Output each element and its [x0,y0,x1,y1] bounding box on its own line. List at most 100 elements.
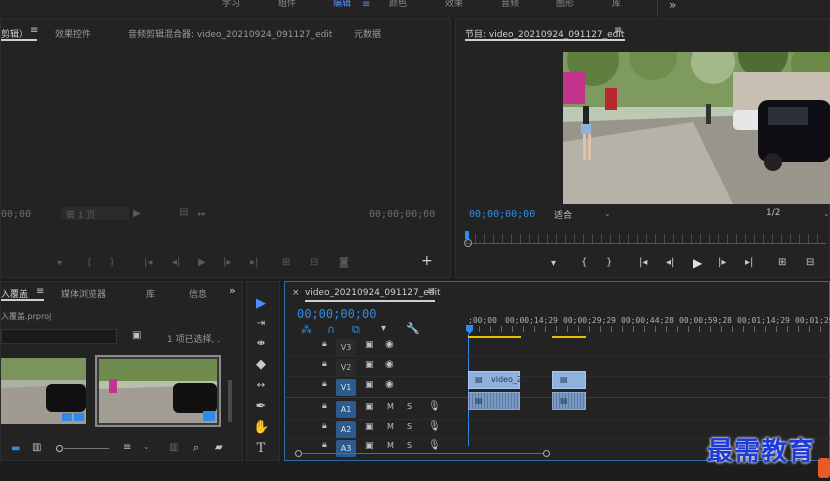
timeline-ruler[interactable]: ;00;00 00;00;14;29 00;00;29;29 00;00;44;… [468,310,830,334]
list-view-icon[interactable]: ▬ [11,443,20,454]
sync-lock-icon[interactable]: ▣ [365,380,374,390]
track-v2-label[interactable]: V2 [336,359,356,376]
play-icon[interactable]: ▶ [198,258,206,268]
program-play-icon[interactable]: ▶ [693,257,702,269]
step-forward-icon[interactable]: |▸ [223,258,231,268]
program-go-to-in-icon[interactable]: |◂ [639,258,647,268]
track-a2-label[interactable]: A2 [336,421,356,438]
page-next-icon[interactable]: ▶ [133,209,141,219]
lock-icon[interactable]: 🔒︎ [322,421,327,431]
sync-lock-icon[interactable]: ▣ [365,441,374,451]
program-menu-icon[interactable]: ≡ [614,25,622,36]
mute-button[interactable]: M [387,402,394,411]
audio-clip[interactable]: ▤ [468,392,520,410]
settings-wrench-icon[interactable]: 🔧 [406,322,420,335]
mic-icon[interactable]: 🎙︎ [428,421,441,432]
timeline-zoom-left-handle[interactable] [295,450,302,457]
new-bin-folder-icon[interactable]: ▰ [215,442,223,453]
eye-icon[interactable]: ◉ [385,379,394,390]
workspace-tab-effects[interactable]: 效果 [445,0,463,12]
program-playhead[interactable] [465,231,469,239]
track-v1-label[interactable]: V1 [336,379,356,396]
automate-icon[interactable]: ▥ [169,442,178,453]
zoom-handle-left[interactable] [464,239,472,247]
tab-media-browser[interactable]: 媒体浏览器 [61,287,106,300]
fit-dropdown[interactable]: 适合 [554,208,572,221]
workspace-tab-graphics[interactable]: 图形 [556,0,574,12]
workspace-tab-audio[interactable]: 音频 [501,0,519,12]
source-menu-icon[interactable]: ≡ [30,25,38,36]
solo-button[interactable]: S [407,422,412,431]
extract-icon[interactable]: ⊟ [806,258,814,268]
type-tool-icon[interactable]: T [253,441,269,457]
workspace-tab-color[interactable]: 颜色 [389,0,407,12]
workspace-tab-assembly[interactable]: 组件 [278,0,296,12]
program-go-to-out-icon[interactable]: ▸| [745,258,753,268]
razor-tool-icon[interactable]: ◆ [253,357,269,373]
tab-info[interactable]: 信息 [189,287,207,300]
go-to-in-icon[interactable]: |◂ [144,258,152,268]
timeline-timecode[interactable]: 00;00;00;00 [297,307,376,321]
project-overflow-icon[interactable]: » [229,284,236,297]
sync-lock-icon[interactable]: ▣ [365,402,374,412]
track-v3-label[interactable]: V3 [336,339,356,356]
slip-tool-icon[interactable]: ↔ [253,378,269,394]
resolution-chevron-icon[interactable]: ⌄ [823,209,830,218]
lock-icon[interactable]: 🔒︎ [322,359,327,369]
program-step-forward-icon[interactable]: |▸ [718,258,726,268]
mark-out-icon[interactable]: } [109,258,115,268]
solo-button[interactable]: S [407,402,412,411]
sort-chevron-icon[interactable]: ⌄ [143,442,150,451]
media-thumbnail-1[interactable] [1,358,86,424]
resolution-dropdown[interactable]: 1/2 [766,208,780,218]
audio-clip[interactable]: ▤ [552,392,586,410]
project-scrollbar[interactable] [228,380,232,422]
program-timecode[interactable]: 00;00;00;00 [469,209,535,220]
mute-button[interactable]: M [387,422,394,431]
linked-selection-icon[interactable]: ⧉ [352,323,360,337]
camera-icon[interactable]: ◙ [339,258,349,268]
mic-icon[interactable]: 🎙︎ [428,440,441,451]
page-selector[interactable]: 第 1 页 [61,207,129,221]
sync-lock-icon[interactable]: ▣ [365,360,374,370]
workspace-overflow-icon[interactable]: » [669,0,676,12]
new-bin-icon[interactable]: ▣ [132,330,141,341]
overwrite-icon[interactable]: ⊟ [310,258,318,268]
program-mark-out-icon[interactable]: } [606,258,612,268]
tab-audio-clip-mixer[interactable]: 音频剪辑混合器: video_20210924_091127_edit [128,27,332,40]
ripple-edit-tool-icon[interactable]: ⇼ [253,336,269,352]
lift-icon[interactable]: ⊞ [778,258,786,268]
eye-icon[interactable]: ◉ [385,339,394,350]
sort-icon[interactable]: ≡ [123,442,131,453]
project-menu-icon[interactable]: ≡ [36,286,44,297]
mic-icon[interactable]: 🎙︎ [428,401,441,412]
go-to-out-icon[interactable]: ▸| [250,258,258,268]
add-button-icon[interactable]: + [421,254,433,268]
lock-icon[interactable]: 🔒︎ [322,339,327,349]
eye-icon[interactable]: ◉ [385,359,394,370]
insert-icon[interactable]: ⊞ [282,258,290,268]
track-a1-label[interactable]: A1 [336,401,356,418]
pen-tool-icon[interactable]: ✒ [253,399,269,415]
tab-metadata[interactable]: 元数据 [354,27,381,40]
sync-lock-icon[interactable]: ▣ [365,422,374,432]
lock-icon[interactable]: 🔒︎ [322,440,327,450]
track-a3-label[interactable]: A3 [336,440,356,457]
video-clip[interactable]: ▤ video_20 [468,371,527,389]
workspace-tab-editing[interactable]: 编辑 [333,0,351,12]
video-clip[interactable]: ▤ [552,371,586,389]
mute-button[interactable]: M [387,441,394,450]
snap-icon[interactable]: ∩ [327,323,335,336]
media-thumbnail-2[interactable] [99,359,217,423]
hand-tool-icon[interactable]: ✋ [253,420,269,436]
zoom-slider[interactable] [64,448,109,449]
workspace-tab-libraries[interactable]: 库 [612,0,621,12]
project-search-input[interactable] [1,329,117,344]
workspace-menu-icon[interactable]: ≡ [362,0,370,10]
solo-button[interactable]: S [407,441,412,450]
icon-view-icon[interactable]: ▥ [32,442,41,453]
timeline-zoom-right-handle[interactable] [543,450,550,457]
tab-effect-controls[interactable]: 效果控件 [55,27,91,40]
tab-libraries[interactable]: 库 [146,287,155,300]
fit-chevron-icon[interactable]: ⌄ [604,209,611,218]
